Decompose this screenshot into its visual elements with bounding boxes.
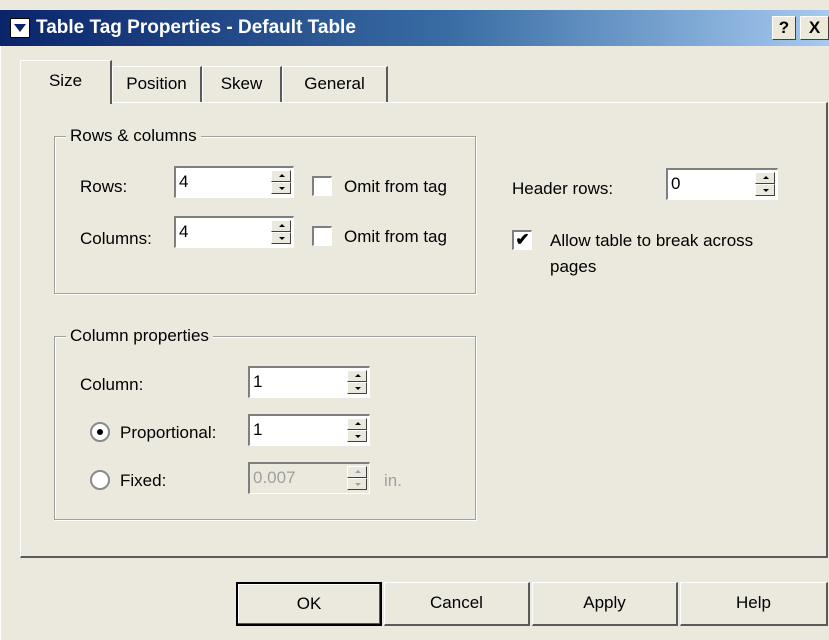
column-label: Column: — [80, 375, 144, 394]
rows-stepper[interactable]: 4 — [174, 166, 294, 198]
fixed-unit-label: in. — [384, 471, 402, 490]
tab-general[interactable]: General — [282, 66, 388, 102]
fixed-label: Fixed: — [120, 471, 167, 490]
column-up-arrow-icon[interactable] — [347, 370, 367, 382]
rows-omit-checkbox[interactable] — [312, 176, 332, 196]
columns-stepper[interactable]: 4 — [174, 216, 294, 248]
cancel-button[interactable]: Cancel — [384, 582, 530, 626]
allow-break-label-line2: pages — [550, 257, 597, 276]
proportional-radio[interactable] — [90, 422, 110, 442]
column-value: 1 — [253, 372, 263, 391]
column-down-arrow-icon[interactable] — [347, 382, 367, 394]
apply-button[interactable]: Apply — [532, 582, 678, 626]
proportional-value: 1 — [253, 420, 263, 439]
header-rows-up-arrow-icon[interactable] — [755, 172, 775, 184]
header-rows-value: 0 — [671, 174, 681, 193]
columns-value: 4 — [179, 222, 189, 241]
columns-label: Columns: — [80, 229, 152, 248]
tab-skew[interactable]: Skew — [202, 66, 282, 102]
column-stepper[interactable]: 1 — [248, 366, 370, 398]
fixed-stepper[interactable]: 0.007 — [248, 462, 370, 494]
column-properties-legend: Column properties — [66, 326, 213, 346]
header-rows-down-arrow-icon[interactable] — [755, 184, 775, 196]
proportional-down-arrow-icon[interactable] — [347, 430, 367, 442]
title-bar[interactable]: Table Tag Properties - Default Table ? X — [0, 10, 829, 46]
columns-down-arrow-icon[interactable] — [271, 232, 291, 244]
proportional-up-arrow-icon[interactable] — [347, 418, 367, 430]
ok-button[interactable]: OK — [236, 582, 382, 626]
fixed-down-arrow-icon[interactable] — [347, 478, 367, 490]
rows-columns-group — [54, 136, 476, 294]
system-menu-icon[interactable] — [10, 18, 30, 38]
columns-omit-checkbox[interactable] — [312, 226, 332, 246]
rows-up-arrow-icon[interactable] — [271, 170, 291, 182]
header-rows-stepper[interactable]: 0 — [666, 168, 778, 200]
fixed-value: 0.007 — [253, 468, 296, 487]
columns-up-arrow-icon[interactable] — [271, 220, 291, 232]
tab-size[interactable]: Size — [20, 60, 112, 104]
allow-break-checkbox[interactable]: ✔ — [512, 230, 532, 250]
rows-omit-label: Omit from tag — [344, 177, 447, 196]
fixed-up-arrow-icon[interactable] — [347, 466, 367, 478]
proportional-label: Proportional: — [120, 423, 217, 442]
window-title: Table Tag Properties - Default Table — [36, 17, 356, 38]
rows-down-arrow-icon[interactable] — [271, 182, 291, 194]
tab-position[interactable]: Position — [112, 66, 202, 102]
rows-columns-legend: Rows & columns — [66, 126, 201, 146]
close-button[interactable]: X — [800, 16, 829, 40]
fixed-radio[interactable] — [90, 470, 110, 490]
help-dialog-button[interactable]: Help — [680, 582, 828, 626]
help-button[interactable]: ? — [772, 16, 796, 40]
proportional-stepper[interactable]: 1 — [248, 414, 370, 446]
rows-label: Rows: — [80, 177, 128, 196]
columns-omit-label: Omit from tag — [344, 227, 447, 246]
rows-value: 4 — [179, 172, 189, 191]
allow-break-label: Allow table to break across — [550, 231, 754, 250]
header-rows-label: Header rows: — [512, 179, 614, 198]
